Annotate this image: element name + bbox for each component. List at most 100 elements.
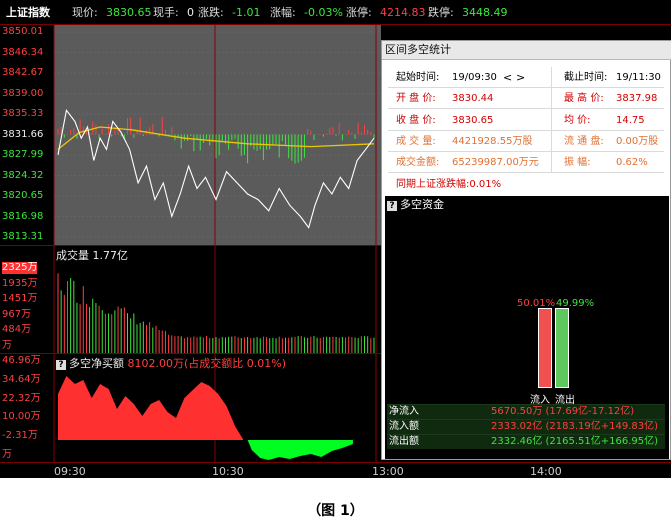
price-value: 3830.65 [106,6,152,19]
axis-tick-label: 22.32万 [2,392,41,404]
flow-panel-value: 8102.00万(占成交额比 0.01%) [127,357,287,370]
net-inflow-label: 净流入 [389,406,419,417]
change-pct-label: 涨幅: [270,6,296,19]
end-time-value[interactable]: 19/11:30 [616,72,661,84]
change-value: -1.01 [232,6,261,19]
limit-up-value: 4214.83 [380,6,426,19]
axis-tick-label: -2.31万 [2,430,38,442]
outflow-bar [555,308,569,388]
positive-flow-area [58,376,244,440]
high-price-label: 最 高 价: [564,93,604,104]
float-value: 0.00万股 [616,136,659,147]
axis-tick-label: 484万 [2,324,32,336]
axis-tick-label: 万 [2,340,12,351]
flow-panel-header: ? 多空净买额 8102.00万(占成交额比 0.01%) [56,357,286,370]
axis-tick-label: 3820.65 [2,190,44,201]
inflow-amount-value: 2333.02亿 (2183.19亿+149.83亿) [491,421,659,432]
change-pct-value: -0.03% [304,6,343,19]
help-icon[interactable]: ? [56,360,66,370]
index-name: 上证指数 [6,6,50,19]
limit-down-value: 3448.49 [462,6,508,19]
market-chart-window: 上证指数 现价: 3830.65 现手: 0 涨跌: -1.01 涨幅: -0.… [0,0,671,478]
limit-up-label: 涨停: [346,6,372,19]
inflow-bar [538,308,552,388]
axis-tick-label: 3813.31 [2,231,44,242]
axis-tick-label: 10.00万 [2,411,41,423]
axis-tick-label: 3842.67 [2,67,44,78]
open-price-label: 开 盘 价: [396,93,436,104]
time-label: 13:00 [372,465,404,478]
avg-price-value: 14.75 [616,115,645,126]
inflow-row: 流入额 2333.02亿 (2183.19亿+149.83亿) [387,419,665,434]
axis-tick-label: 34.64万 [2,373,41,385]
quote-header: 上证指数 现价: 3830.65 现手: 0 涨跌: -1.01 涨幅: -0.… [0,0,671,25]
help-icon[interactable]: ? [387,201,397,211]
high-price-value: 3837.98 [616,93,658,104]
start-time-value[interactable]: 19/09:30 [452,72,497,84]
axis-tick-label: 3835.33 [2,108,44,119]
amount-value: 65239987.00万元 [452,157,539,168]
start-time-label: 起始时间: [396,72,440,83]
swing-value: 0.62% [616,157,648,168]
outflow-row: 流出额 2332.46亿 (2165.51亿+166.95亿) [387,434,665,449]
money-flow-panel: ? 多空资金 50.01% 49.99% 流入 流出 净流入 5670.50万 (… [385,196,669,459]
axis-tick-label: 967万 [2,308,32,320]
volume-panel-label: 成交量 1.77亿 [56,249,128,262]
price-label: 现价: [72,6,98,19]
outflow-amount-value: 2332.46亿 (2165.51亿+166.95亿) [491,436,659,447]
volume-label: 现手: [153,6,179,19]
axis-tick-label: 1451万 [2,293,38,305]
negative-flow-area [247,440,353,460]
axis-tick-label: 3850.01 [2,26,44,37]
amount-label: 成交金额: [396,157,440,168]
volume-stat-label: 成 交 量: [396,136,436,147]
time-label: 10:30 [212,465,244,478]
axis-tick-label: 3839.00 [2,87,44,99]
volume-panel[interactable]: 成交量 1.77亿 2325万 1935万 1451万 967万 484万万 [0,245,381,354]
index-change-text: 同期上证涨跌幅:0.01% [396,179,502,190]
figure-caption: （图 1） [307,503,364,519]
flow-chart-svg [53,354,377,463]
axis-tick-label: 3816.98 [2,210,44,222]
axis-tick-label: 3831.66 [2,128,44,140]
axis-tick-label: 3827.99 [2,149,44,160]
open-price-value: 3830.44 [452,93,494,104]
time-label: 09:30 [54,465,86,478]
limit-down-label: 跌停: [428,6,454,19]
dialog-title: 区间多空统计 [382,41,671,60]
flow-panel-label: 多空净买额 [69,357,124,370]
time-label: 14:00 [530,465,562,478]
price-panel[interactable]: 3850.01 3846.34 3842.67 3839.00 3835.33 3831.… [0,25,381,245]
divider [388,87,664,88]
axis-tick-label: 1935万 [2,277,38,289]
outflow-amount-label: 流出额 [389,436,419,447]
volume-chart-svg [53,246,377,354]
change-label: 涨跌: [198,6,224,19]
divider [388,172,664,173]
column-divider [551,67,552,173]
axis-tick-label: 3824.32 [2,169,44,181]
divider [388,130,664,131]
axis-tick-label: 3846.34 [2,46,44,58]
net-inflow-row: 净流入 5670.50万 (17.69亿-17.12亿) [387,404,665,419]
avg-price-label: 均 价: [564,115,591,126]
float-label: 流 通 盘: [564,136,604,147]
flow-panel[interactable]: ? 多空净买额 8102.00万(占成交额比 0.01%) 46.96万 34.64… [0,353,381,463]
divider [388,151,664,152]
volume-stat-value: 4421928.55万股 [452,136,533,147]
swing-label: 振 幅: [564,157,591,168]
volume-value: 0 [187,6,194,19]
time-axis: 09:30 10:30 13:00 14:00 [0,462,671,479]
axis-tick-label: 万 [2,449,12,460]
divider [388,108,664,109]
net-inflow-value: 5670.50万 (17.69亿-17.12亿) [491,406,635,417]
money-flow-title: ? 多空资金 [387,198,444,211]
end-time-label: 截止时间: [564,72,608,83]
close-price-label: 收 盘 价: [396,115,436,126]
range-stats-dialog[interactable]: 区间多空统计 起始时间: 19/09:30 < > 截止时间: 19/11:30… [381,40,671,460]
axis-tick-label: 2325万 [2,262,38,274]
next-arrow-icon[interactable]: > [516,71,525,84]
close-price-value: 3830.65 [452,115,494,126]
prev-arrow-icon[interactable]: < [503,71,512,84]
price-chart-svg [53,25,380,245]
